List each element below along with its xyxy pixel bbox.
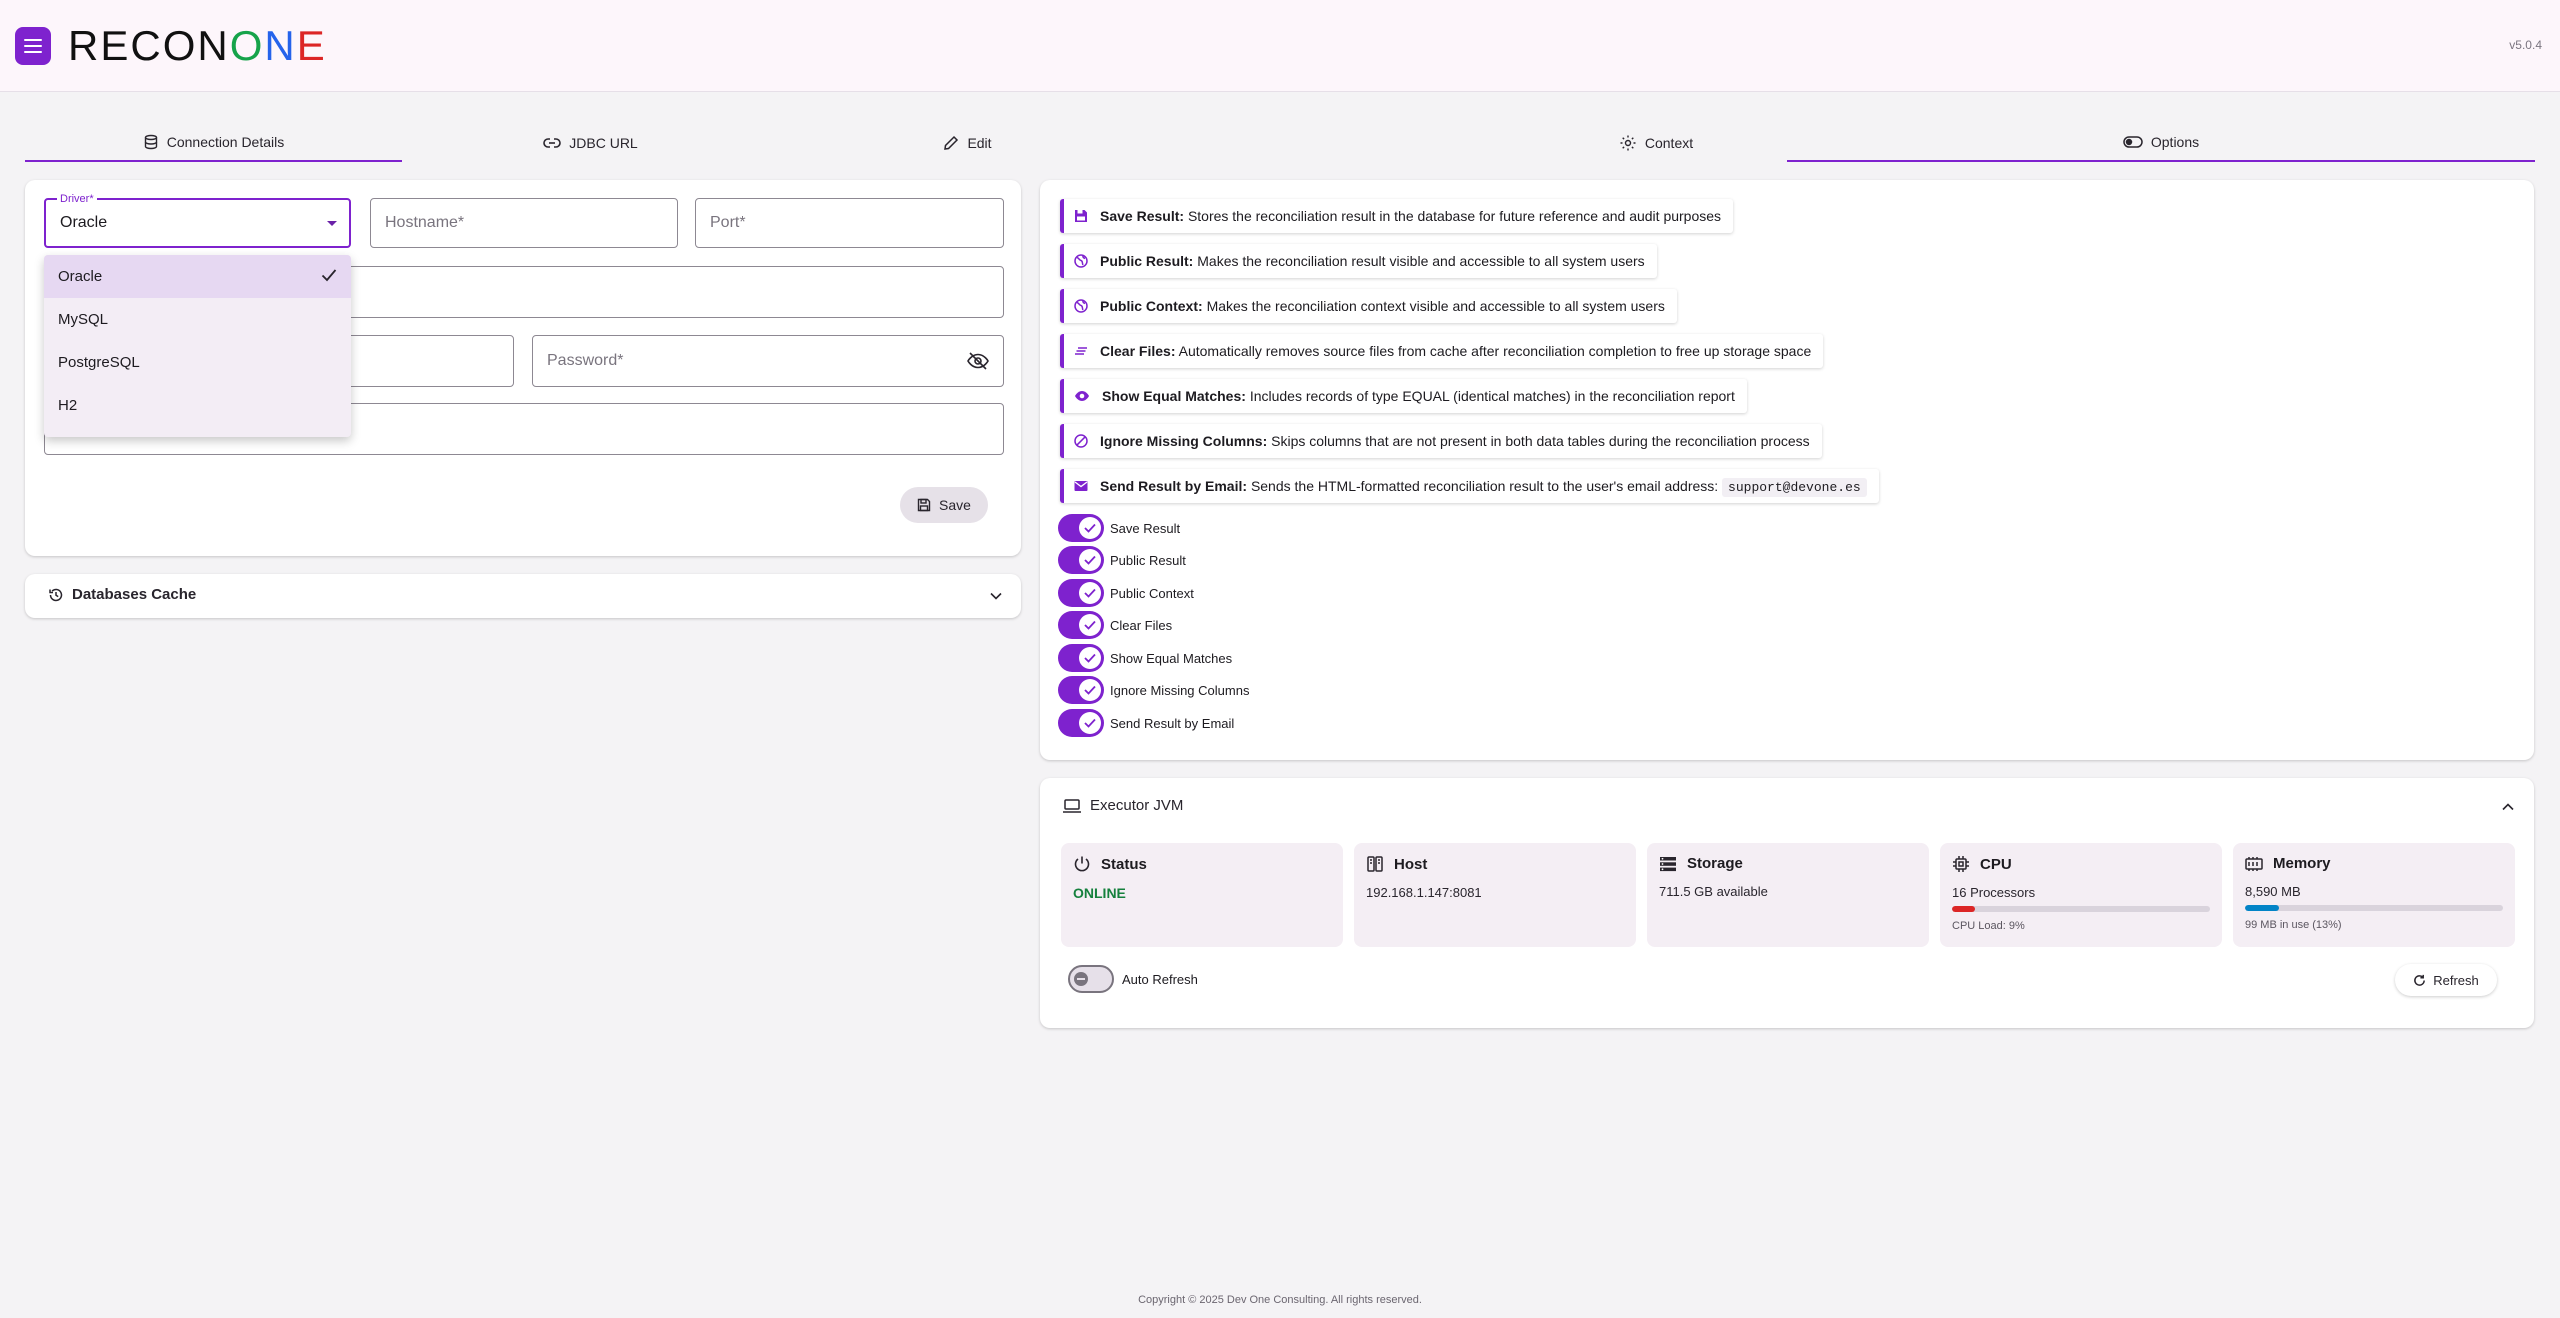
- check-icon: [1084, 588, 1096, 598]
- toggle-switch[interactable]: [1058, 611, 1104, 639]
- driver-option-h2[interactable]: H2: [44, 384, 351, 427]
- toggle-save-result[interactable]: Save Result: [1058, 514, 1180, 542]
- stat-card-memory: Memory 8,590 MB 99 MB in use (13%): [2233, 843, 2515, 947]
- chevron-down-icon[interactable]: [990, 592, 1002, 600]
- memory-usage-text: 99 MB in use (13%): [2245, 919, 2342, 931]
- save-button[interactable]: Save: [900, 487, 988, 523]
- tab-connection-details[interactable]: Connection Details: [25, 124, 402, 162]
- tab-options[interactable]: Options: [1787, 124, 2535, 162]
- clear-icon: [1075, 347, 1087, 355]
- dropdown-arrow-icon: [327, 221, 337, 226]
- chevron-up-icon[interactable]: [2502, 803, 2514, 811]
- globe-icon: [1074, 299, 1088, 313]
- option-info-save-result: Save Result: Stores the reconciliation r…: [1060, 199, 1734, 233]
- memory-value: 8,590 MB: [2245, 884, 2301, 899]
- option-info-ignore-missing-columns: Ignore Missing Columns: Skips columns th…: [1060, 424, 1822, 458]
- check-icon: [1084, 620, 1096, 630]
- memory-icon: [2245, 856, 2263, 871]
- auto-refresh-switch[interactable]: [1068, 965, 1114, 993]
- stat-card-storage: Storage 711.5 GB available: [1647, 843, 1929, 947]
- databases-cache-header[interactable]: Databases Cache: [48, 586, 196, 603]
- app-version: v5.0.4: [2509, 38, 2542, 52]
- toggle-switch[interactable]: [1058, 579, 1104, 607]
- menu-button[interactable]: [15, 27, 51, 65]
- stat-card-host: Host 192.168.1.147:8081: [1354, 843, 1636, 947]
- server-icon: [1367, 856, 1383, 872]
- check-icon: [1084, 523, 1096, 533]
- stat-card-status: Status ONLINE: [1061, 843, 1343, 947]
- eye-icon: [1075, 391, 1089, 401]
- password-field[interactable]: Password*: [532, 335, 1004, 387]
- driver-select-value: Oracle: [60, 214, 108, 231]
- storage-value: 711.5 GB available: [1659, 884, 1768, 899]
- database-icon: [144, 134, 157, 150]
- globe-icon: [1074, 254, 1088, 268]
- power-icon: [1074, 856, 1090, 872]
- check-icon: [321, 269, 337, 282]
- pencil-icon: [944, 135, 959, 150]
- hostname-field[interactable]: Hostname*: [370, 198, 678, 248]
- toggle-icon: [2123, 136, 2143, 148]
- cpu-load-bar: [1952, 906, 2210, 912]
- history-icon: [49, 588, 63, 601]
- toggle-public-context[interactable]: Public Context: [1058, 579, 1194, 607]
- check-icon: [1084, 653, 1096, 663]
- hamburger-icon: [24, 39, 42, 53]
- port-field[interactable]: Port*: [695, 198, 1004, 248]
- memory-usage-fill: [2245, 905, 2279, 911]
- driver-option-postgresql[interactable]: PostgreSQL: [44, 341, 351, 384]
- mail-icon: [1074, 481, 1088, 491]
- toggle-switch[interactable]: [1058, 676, 1104, 704]
- check-icon: [1084, 555, 1096, 565]
- save-icon: [1075, 210, 1087, 222]
- refresh-button[interactable]: Refresh: [2395, 964, 2497, 996]
- cpu-load-text: CPU Load: 9%: [1952, 920, 2025, 932]
- link-icon: [543, 138, 562, 148]
- driver-select[interactable]: Driver* Oracle: [44, 193, 351, 248]
- toggle-switch[interactable]: [1058, 514, 1104, 542]
- option-info-show-equal-matches: Show Equal Matches: Includes records of …: [1060, 379, 1747, 413]
- app-logo: RECONONE: [68, 22, 327, 69]
- save-icon: [917, 498, 931, 512]
- executor-jvm-header[interactable]: Executor JVM: [1062, 797, 1183, 814]
- driver-dropdown-menu: Oracle MySQL PostgreSQL H2: [44, 255, 351, 437]
- memory-usage-bar: [2245, 905, 2503, 911]
- status-value: ONLINE: [1073, 885, 1126, 901]
- tab-edit[interactable]: Edit: [779, 124, 1156, 162]
- refresh-icon: [2414, 974, 2426, 986]
- block-icon: [1074, 434, 1088, 448]
- toggle-switch[interactable]: [1058, 546, 1104, 574]
- storage-icon: [1660, 856, 1676, 871]
- toggle-public-result[interactable]: Public Result: [1058, 546, 1186, 574]
- check-icon: [1084, 718, 1096, 728]
- tab-bar: Connection Details JDBC URL Edit Context…: [25, 124, 2535, 162]
- gear-context-icon: [1620, 135, 1636, 151]
- check-icon: [1084, 685, 1096, 695]
- driver-option-mysql[interactable]: MySQL: [44, 298, 351, 341]
- eye-off-icon[interactable]: [967, 352, 989, 370]
- stat-card-cpu: CPU 16 Processors CPU Load: 9%: [1940, 843, 2222, 947]
- driver-option-oracle[interactable]: Oracle: [44, 255, 351, 298]
- toggle-switch[interactable]: [1058, 644, 1104, 672]
- option-info-public-result: Public Result: Makes the reconciliation …: [1060, 244, 1657, 278]
- option-info-clear-files: Clear Files: Automatically removes sourc…: [1060, 334, 1824, 368]
- cpu-icon: [1953, 856, 1969, 872]
- auto-refresh-toggle[interactable]: Auto Refresh: [1068, 965, 1198, 993]
- cpu-value: 16 Processors: [1952, 885, 2036, 900]
- toggle-ignore-missing-columns[interactable]: Ignore Missing Columns: [1058, 676, 1249, 704]
- laptop-icon: [1063, 798, 1081, 813]
- host-value: 192.168.1.147:8081: [1366, 885, 1482, 900]
- tab-jdbc-url[interactable]: JDBC URL: [402, 124, 779, 162]
- minus-icon: [1077, 978, 1085, 980]
- toggle-clear-files[interactable]: Clear Files: [1058, 611, 1172, 639]
- option-info-send-result-email: Send Result by Email: Sends the HTML-for…: [1060, 469, 1879, 503]
- footer-copyright: Copyright © 2025 Dev One Consulting. All…: [1138, 1294, 1422, 1306]
- toggle-show-equal-matches[interactable]: Show Equal Matches: [1058, 644, 1232, 672]
- toggle-send-result-email[interactable]: Send Result by Email: [1058, 709, 1234, 737]
- app-header: RECONONE v5.0.4: [0, 0, 2560, 92]
- cpu-load-fill: [1952, 906, 1976, 912]
- option-info-public-context: Public Context: Makes the reconciliation…: [1060, 289, 1677, 323]
- toggle-switch[interactable]: [1058, 709, 1104, 737]
